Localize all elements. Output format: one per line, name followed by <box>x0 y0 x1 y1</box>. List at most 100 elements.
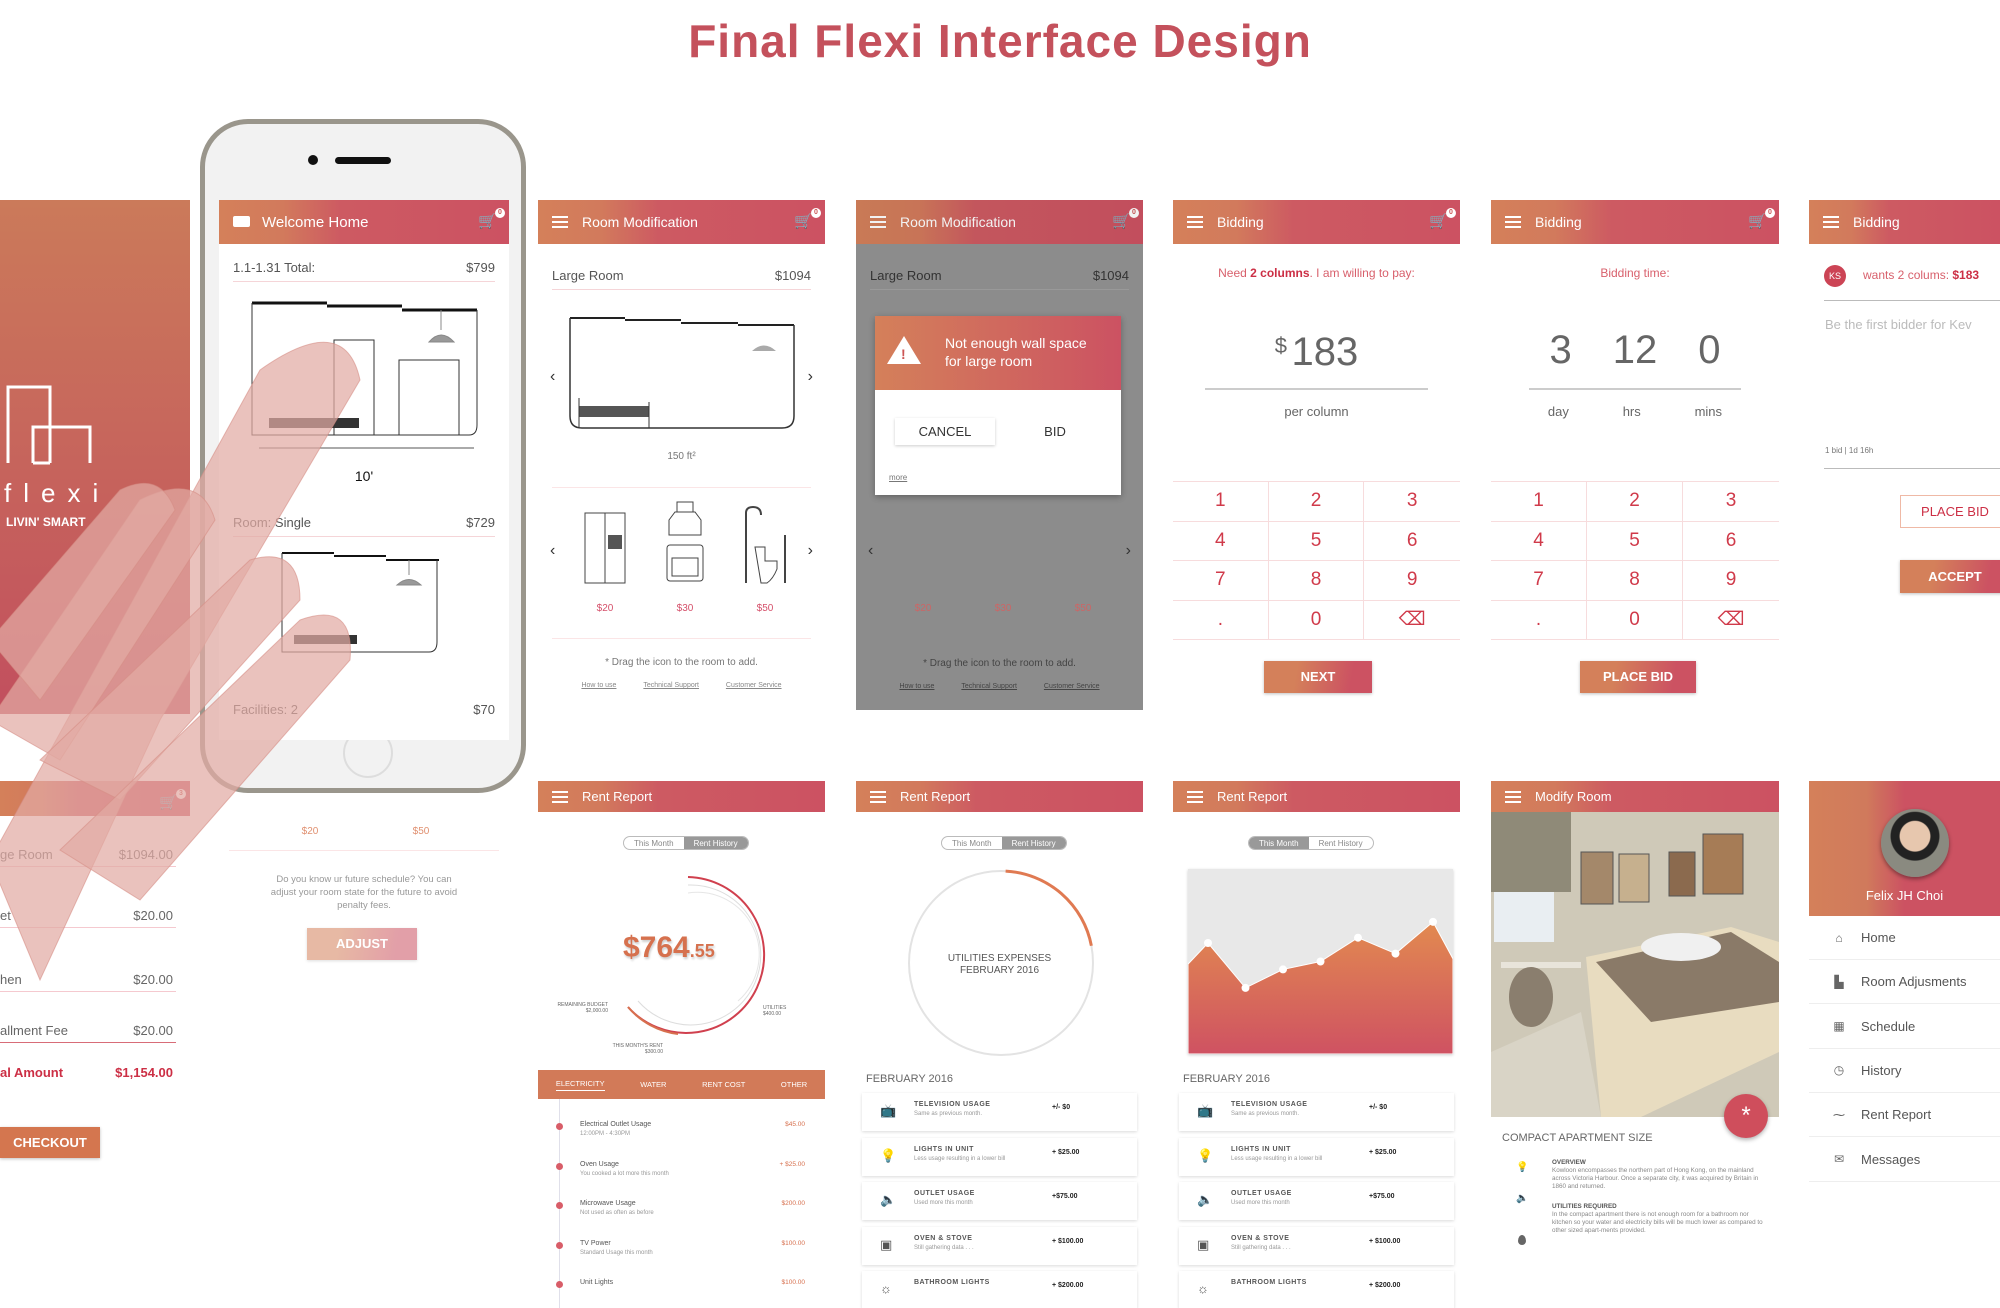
rent-history-tab[interactable]: Rent History <box>683 837 748 849</box>
key-0[interactable]: 0 <box>1268 600 1365 640</box>
cart-icon[interactable]: 🛒 3 <box>159 789 186 811</box>
key-8[interactable]: 8 <box>1587 561 1683 601</box>
period-toggle[interactable]: This Month Rent History <box>941 836 1067 850</box>
next-item-arrow[interactable]: › <box>1126 542 1131 560</box>
place-bid-button[interactable]: PLACE BID <box>1900 495 2000 528</box>
key-6[interactable]: 6 <box>1364 522 1460 561</box>
trend-point[interactable] <box>1429 917 1437 926</box>
usage-card[interactable]: 🔈 OUTLET USAGE Used more this month +$75.00 <box>862 1182 1137 1220</box>
tab-electricity[interactable]: ELECTRICITY <box>555 1079 605 1091</box>
key-4[interactable]: 4 <box>1173 521 1269 561</box>
cart-icon[interactable]: 🛒 0 <box>794 208 821 230</box>
usage-card[interactable]: 📺 TELEVISION USAGE Same as previous month.… <box>1179 1093 1454 1131</box>
cart-icon[interactable]: 🛒 0 <box>1112 208 1139 230</box>
trend-point[interactable] <box>1316 957 1325 966</box>
stove-icon[interactable] <box>665 500 705 585</box>
backspace-key[interactable]: ⌫ <box>1364 601 1460 640</box>
key-dot[interactable]: . <box>1173 600 1269 640</box>
menu-icon[interactable] <box>870 790 886 803</box>
prev-room-arrow[interactable]: ‹ <box>550 368 555 386</box>
adjust-button[interactable]: ADJUST <box>307 928 417 960</box>
key-1[interactable]: 1 <box>1491 482 1587 522</box>
place-bid-button[interactable]: PLACE BID <box>1580 661 1696 693</box>
menu-icon[interactable] <box>1823 216 1839 228</box>
bid-time-field[interactable]: 3 12 0 <box>1529 328 1741 390</box>
usage-card[interactable]: 💡 LIGHTS IN UNIT Less usage resulting in a… <box>862 1137 1137 1176</box>
key-8[interactable]: 8 <box>1268 561 1365 601</box>
prev-item-arrow[interactable]: ‹ <box>868 542 873 560</box>
trend-point[interactable] <box>1391 949 1400 958</box>
nav-item-rent-report[interactable]: ⁓ Rent Report <box>1809 1093 2000 1138</box>
add-fab[interactable]: * <box>1724 1094 1768 1138</box>
key-0[interactable]: 0 <box>1587 600 1683 640</box>
menu-icon[interactable] <box>1187 216 1203 228</box>
next-button[interactable]: NEXT <box>1264 661 1372 693</box>
rent-history-tab[interactable]: Rent History <box>1309 837 1373 849</box>
usage-card[interactable]: 📺 TELEVISION USAGE Same as previous month.… <box>862 1093 1137 1131</box>
trend-point[interactable] <box>1204 939 1212 947</box>
accept-button[interactable]: ACCEPT <box>1900 560 2000 593</box>
customer-service-link[interactable]: Customer Service <box>726 682 782 689</box>
nav-item-history[interactable]: ◷ History <box>1809 1049 2000 1093</box>
customer-service-link[interactable]: Customer Service <box>1044 683 1100 690</box>
bid-button[interactable]: BID <box>1025 424 1085 439</box>
menu-icon[interactable] <box>870 216 886 228</box>
key-1[interactable]: 1 <box>1173 482 1269 522</box>
usage-card[interactable]: 🔈 OUTLET USAGE Used more this month +$75.00 <box>1179 1182 1454 1220</box>
nav-item-room-adjusments[interactable]: ▙ Room Adjusments <box>1809 960 2000 1005</box>
trend-point[interactable] <box>1241 983 1250 992</box>
how-to-use-link[interactable]: How to use <box>581 682 616 689</box>
this-month-tab[interactable]: This Month <box>624 837 684 849</box>
next-item-arrow[interactable]: › <box>808 542 813 560</box>
nav-item-messages[interactable]: ✉ Messages <box>1809 1138 2000 1182</box>
menu-icon[interactable] <box>552 790 568 803</box>
this-month-tab[interactable]: This Month <box>1249 837 1309 849</box>
bid-comment-input[interactable]: Be the first bidder for Kev <box>1825 317 1972 332</box>
key-6[interactable]: 6 <box>1683 522 1779 561</box>
nav-item-schedule[interactable]: ▦ Schedule <box>1809 1005 2000 1049</box>
key-5[interactable]: 5 <box>1268 521 1365 561</box>
usage-card[interactable]: ▣ OVEN & STOVE Still gathering data . . . +… <box>862 1226 1137 1265</box>
checkout-button[interactable]: CHECKOUT <box>0 1127 100 1158</box>
nav-item-home[interactable]: ⌂ Home <box>1809 916 2000 960</box>
cart-icon[interactable]: 🛒 0 <box>1429 208 1456 230</box>
tab-water[interactable]: WATER <box>640 1080 666 1089</box>
key-9[interactable]: 9 <box>1683 561 1779 601</box>
tab-rent-cost[interactable]: RENT COST <box>702 1080 745 1089</box>
support-link[interactable]: Technical Support <box>643 682 699 689</box>
menu-icon[interactable] <box>1505 790 1521 803</box>
key-7[interactable]: 7 <box>1173 561 1269 601</box>
this-month-tab[interactable]: This Month <box>942 837 1002 849</box>
key-5[interactable]: 5 <box>1587 521 1683 561</box>
trend-point[interactable] <box>1279 965 1287 974</box>
usage-card[interactable]: ☼ BATHROOM LIGHTS + $200.00 <box>862 1271 1137 1308</box>
tab-other[interactable]: OTHER <box>781 1080 807 1089</box>
key-7[interactable]: 7 <box>1491 561 1587 601</box>
wardrobe-icon[interactable] <box>583 505 627 585</box>
key-dot[interactable]: . <box>1491 600 1587 640</box>
key-3[interactable]: 3 <box>1364 482 1460 522</box>
usage-card[interactable]: ☼ BATHROOM LIGHTS + $200.00 <box>1179 1271 1454 1308</box>
prev-item-arrow[interactable]: ‹ <box>550 542 555 560</box>
cart-icon[interactable]: 🛒 0 <box>1748 208 1775 230</box>
bid-amount-field[interactable]: $ 183 <box>1205 330 1428 390</box>
key-4[interactable]: 4 <box>1491 521 1587 561</box>
support-link[interactable]: Technical Support <box>961 683 1017 690</box>
key-2[interactable]: 2 <box>1268 482 1365 522</box>
usage-card[interactable]: ▣ OVEN & STOVE Still gathering data . . . +… <box>1179 1226 1454 1265</box>
menu-icon[interactable] <box>1187 790 1203 803</box>
trend-point[interactable] <box>1354 933 1362 942</box>
backspace-key[interactable]: ⌫ <box>1683 601 1779 640</box>
key-2[interactable]: 2 <box>1587 482 1683 522</box>
how-to-use-link[interactable]: How to use <box>899 683 934 690</box>
cancel-button[interactable]: CANCEL <box>895 418 995 445</box>
rent-history-tab[interactable]: Rent History <box>1001 837 1066 849</box>
next-room-arrow[interactable]: › <box>808 368 813 386</box>
menu-icon[interactable] <box>552 216 568 228</box>
cart-icon[interactable]: 🛒 0 <box>478 208 505 230</box>
more-link[interactable]: more <box>889 473 907 482</box>
period-toggle[interactable]: This Month Rent History <box>623 836 749 850</box>
usage-card[interactable]: 💡 LIGHTS IN UNIT Less usage resulting in a… <box>1179 1137 1454 1176</box>
bathroom-icon[interactable] <box>741 505 791 585</box>
key-9[interactable]: 9 <box>1364 561 1460 601</box>
